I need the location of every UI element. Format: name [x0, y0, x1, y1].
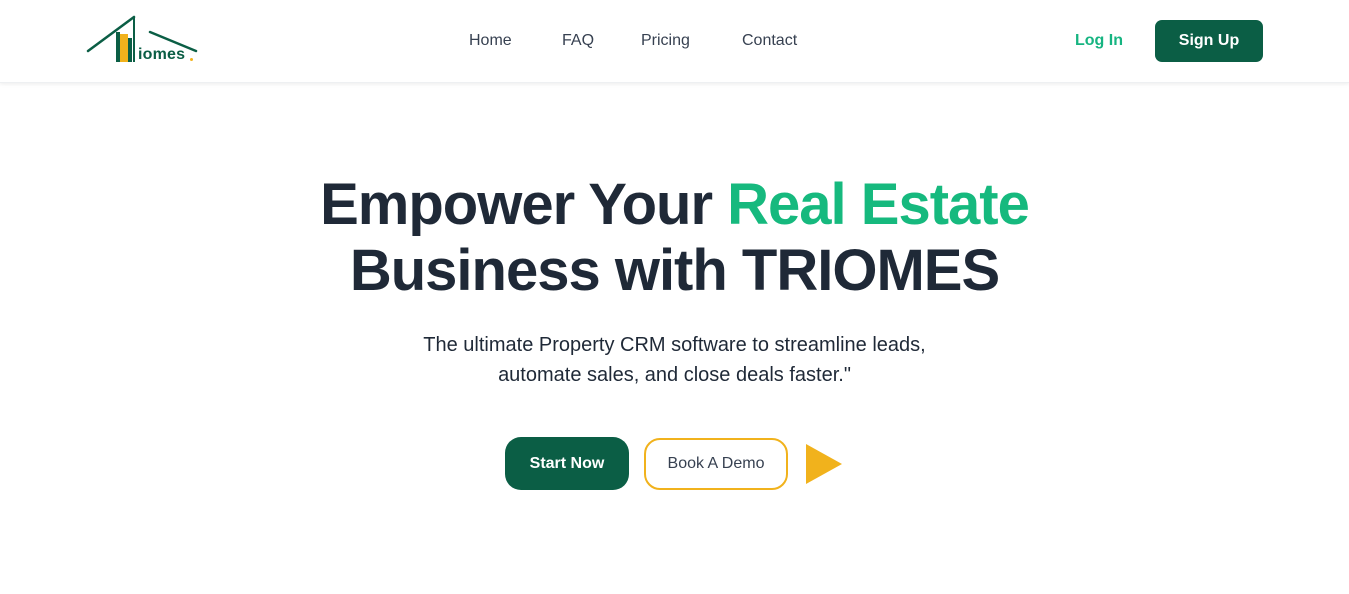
- hero-subtitle-line2: automate sales, and close deals faster.": [498, 364, 851, 386]
- nav-home-link[interactable]: Home: [469, 32, 512, 50]
- hero-title-line2: Business with TRIOMES: [349, 238, 1000, 303]
- hero-title: Empower Your Real Estate Business with T…: [0, 172, 1349, 304]
- login-link[interactable]: Log In: [1075, 32, 1123, 50]
- hero-subtitle: The ultimate Property CRM software to st…: [0, 330, 1349, 390]
- hero-subtitle-line1: The ultimate Property CRM software to st…: [423, 334, 926, 356]
- nav-pricing-link[interactable]: Pricing: [641, 32, 690, 50]
- logo-wordmark: iomes: [138, 46, 186, 63]
- nav-contact-link[interactable]: Contact: [742, 32, 797, 50]
- logo-dot: [190, 58, 193, 61]
- book-demo-button[interactable]: Book A Demo: [644, 438, 788, 490]
- top-navbar: iomes Home FAQ Pricing Contact Log In Si…: [0, 0, 1349, 83]
- logo-link[interactable]: iomes: [0, 0, 210, 80]
- nav-faq-link[interactable]: FAQ: [562, 32, 594, 50]
- signup-button[interactable]: Sign Up: [1155, 20, 1263, 62]
- hero-title-part1: Empower Your: [320, 172, 728, 237]
- play-icon[interactable]: [806, 444, 842, 484]
- hero-title-accent: Real Estate: [727, 172, 1030, 237]
- start-now-button[interactable]: Start Now: [505, 437, 629, 490]
